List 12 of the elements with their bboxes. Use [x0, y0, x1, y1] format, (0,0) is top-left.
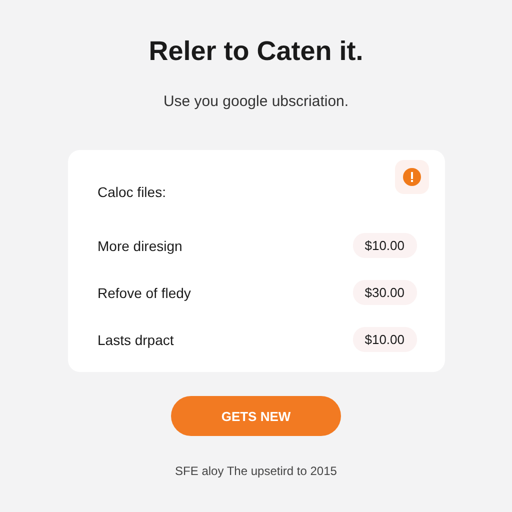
- item-label: More diresign: [98, 238, 182, 254]
- price-tag: $30.00: [352, 280, 416, 305]
- price-tag: $10.00: [352, 327, 416, 352]
- item-label: Lasts drpact: [98, 332, 174, 348]
- subtitle: Use you google ubscriation.: [163, 93, 349, 110]
- item-label: Refove of fledy: [98, 284, 191, 300]
- page-title: Reler to Caten it.: [148, 36, 364, 67]
- footer-text: SFE aloy The upsetird to 2015: [175, 464, 337, 478]
- card-heading: Caloc files:: [98, 184, 166, 200]
- price-tag: $10.00: [352, 233, 416, 258]
- alert-icon: [394, 160, 428, 194]
- get-new-button[interactable]: GETS NEW: [171, 396, 341, 436]
